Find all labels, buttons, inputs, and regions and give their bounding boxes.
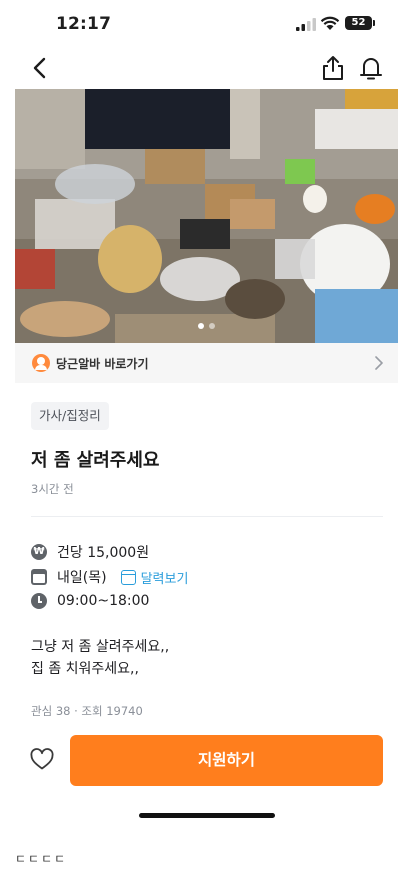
post-photo[interactable] (15, 89, 398, 343)
caption-text: ㄷㄷㄷㄷ (15, 852, 68, 866)
profile-circle-icon (32, 354, 50, 372)
status-bar: 12:17 52 (0, 0, 413, 46)
calendar-icon (31, 569, 47, 585)
pagination-dot (209, 323, 215, 329)
date-text: 내일(목) (57, 570, 107, 586)
battery-icon: 52 (345, 16, 375, 30)
back-button[interactable] (26, 54, 54, 82)
category-chip[interactable]: 가사/집정리 (31, 402, 109, 430)
cluttered-room-photo (15, 89, 398, 343)
hours-row: 09:00~18:00 (31, 591, 149, 611)
clock-icon (31, 593, 47, 609)
won-icon: ₩ (31, 544, 47, 560)
top-navigation (0, 48, 413, 88)
pay-text: 건당 15,000원 (57, 545, 150, 561)
post-stats: 관심 38 · 조회 19740 (31, 704, 143, 718)
daangn-alba-shortcut[interactable]: 당근알바 바로가기 (15, 343, 398, 383)
pagination-dot (198, 323, 204, 329)
bottom-action-bar: 지원하기 (0, 730, 413, 790)
divider (31, 516, 383, 517)
bell-button[interactable] (358, 54, 384, 82)
wifi-icon (320, 16, 340, 30)
post-time: 3시간 전 (31, 482, 74, 496)
cellular-signal-icon (296, 18, 316, 31)
description-line: 집 좀 치워주세요,, (31, 661, 139, 677)
post-title: 저 좀 살려주세요 (31, 450, 160, 471)
gallery-pagination (15, 323, 398, 329)
home-indicator[interactable] (139, 813, 275, 818)
date-row: 내일(목) 달력보기 (31, 567, 188, 587)
share-button[interactable] (320, 54, 346, 82)
hours-text: 09:00~18:00 (57, 593, 150, 609)
apply-button[interactable]: 지원하기 (70, 735, 383, 786)
chevron-right-icon (375, 356, 383, 370)
heart-button[interactable] (29, 747, 55, 771)
calendar-view-link[interactable]: 달력보기 (120, 568, 189, 587)
post-description: 그냥 저 좀 살려주세요,, 집 좀 치워주세요,, (31, 636, 169, 680)
calendar-outline-icon (120, 569, 136, 585)
calendar-link-label: 달력보기 (140, 571, 189, 587)
status-time: 12:17 (56, 14, 112, 34)
pay-row: ₩ 건당 15,000원 (31, 542, 149, 562)
shortcut-label: 당근알바 바로가기 (56, 357, 149, 371)
description-line: 그냥 저 좀 살려주세요,, (31, 639, 170, 655)
